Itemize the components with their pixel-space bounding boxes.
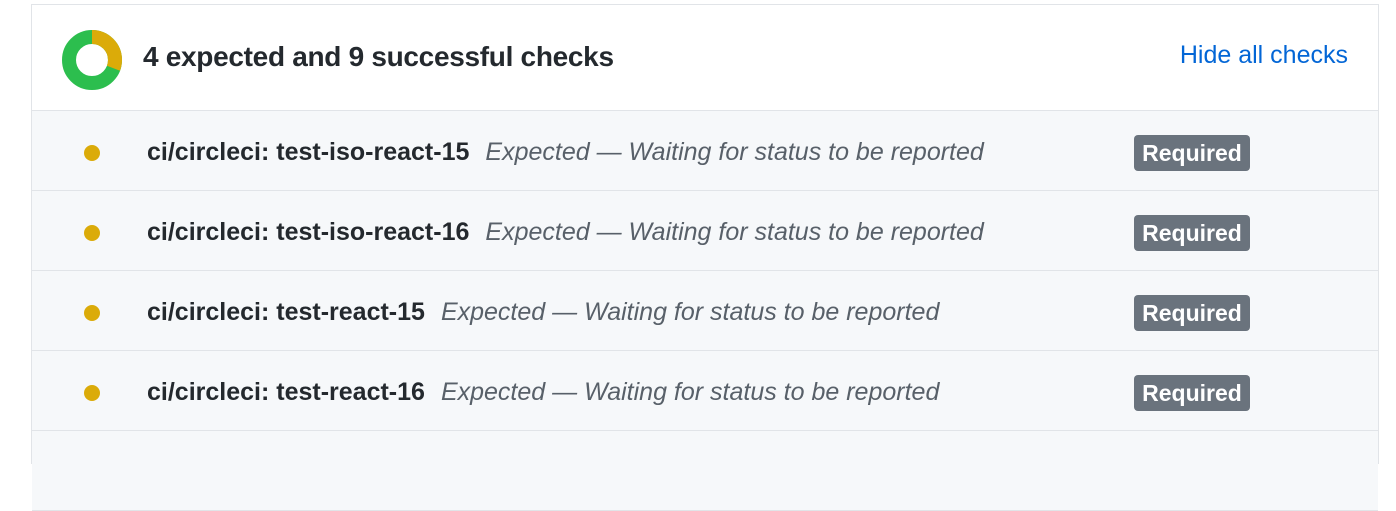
- check-text: ci/circleci: test-react-15 Expected — Wai…: [147, 298, 939, 327]
- required-badge: Required: [1134, 135, 1250, 171]
- check-description: Expected — Waiting for status to be repo…: [485, 218, 984, 246]
- hide-all-checks-link[interactable]: Hide all checks: [1180, 41, 1348, 70]
- check-row: ci/circleci: test-react-16 Expected — Wai…: [32, 351, 1378, 431]
- required-badge: Required: [1134, 375, 1250, 411]
- check-row: ci/circleci: test-iso-react-16 Expected —…: [32, 191, 1378, 271]
- check-row: ci/circleci: test-iso-react-15 Expected —…: [32, 111, 1378, 191]
- check-text: ci/circleci: test-iso-react-15 Expected —…: [147, 138, 984, 167]
- check-row-partial: [32, 431, 1378, 511]
- checks-summary-title: 4 expected and 9 successful checks: [143, 41, 614, 72]
- required-badge: Required: [1134, 215, 1250, 251]
- check-name: ci/circleci: test-react-15: [147, 298, 425, 326]
- checks-list: ci/circleci: test-iso-react-15 Expected —…: [32, 111, 1378, 511]
- required-badge: Required: [1134, 295, 1250, 331]
- check-text: ci/circleci: test-react-16 Expected — Wai…: [147, 378, 939, 407]
- checks-panel: 4 expected and 9 successful checks Hide …: [31, 4, 1379, 511]
- checks-header: 4 expected and 9 successful checks Hide …: [32, 5, 1378, 111]
- pending-status-icon: [84, 385, 100, 401]
- check-description: Expected — Waiting for status to be repo…: [485, 138, 984, 166]
- check-name: ci/circleci: test-iso-react-15: [147, 138, 470, 166]
- check-name: ci/circleci: test-react-16: [147, 378, 425, 406]
- status-donut-icon: [62, 30, 122, 90]
- pending-status-icon: [84, 305, 100, 321]
- check-text: ci/circleci: test-iso-react-16 Expected —…: [147, 218, 984, 247]
- pending-status-icon: [84, 225, 100, 241]
- check-name: ci/circleci: test-iso-react-16: [147, 218, 470, 246]
- check-description: Expected — Waiting for status to be repo…: [440, 298, 940, 326]
- check-row: ci/circleci: test-react-15 Expected — Wai…: [32, 271, 1378, 351]
- check-description: Expected — Waiting for status to be repo…: [440, 378, 940, 406]
- pending-status-icon: [84, 145, 100, 161]
